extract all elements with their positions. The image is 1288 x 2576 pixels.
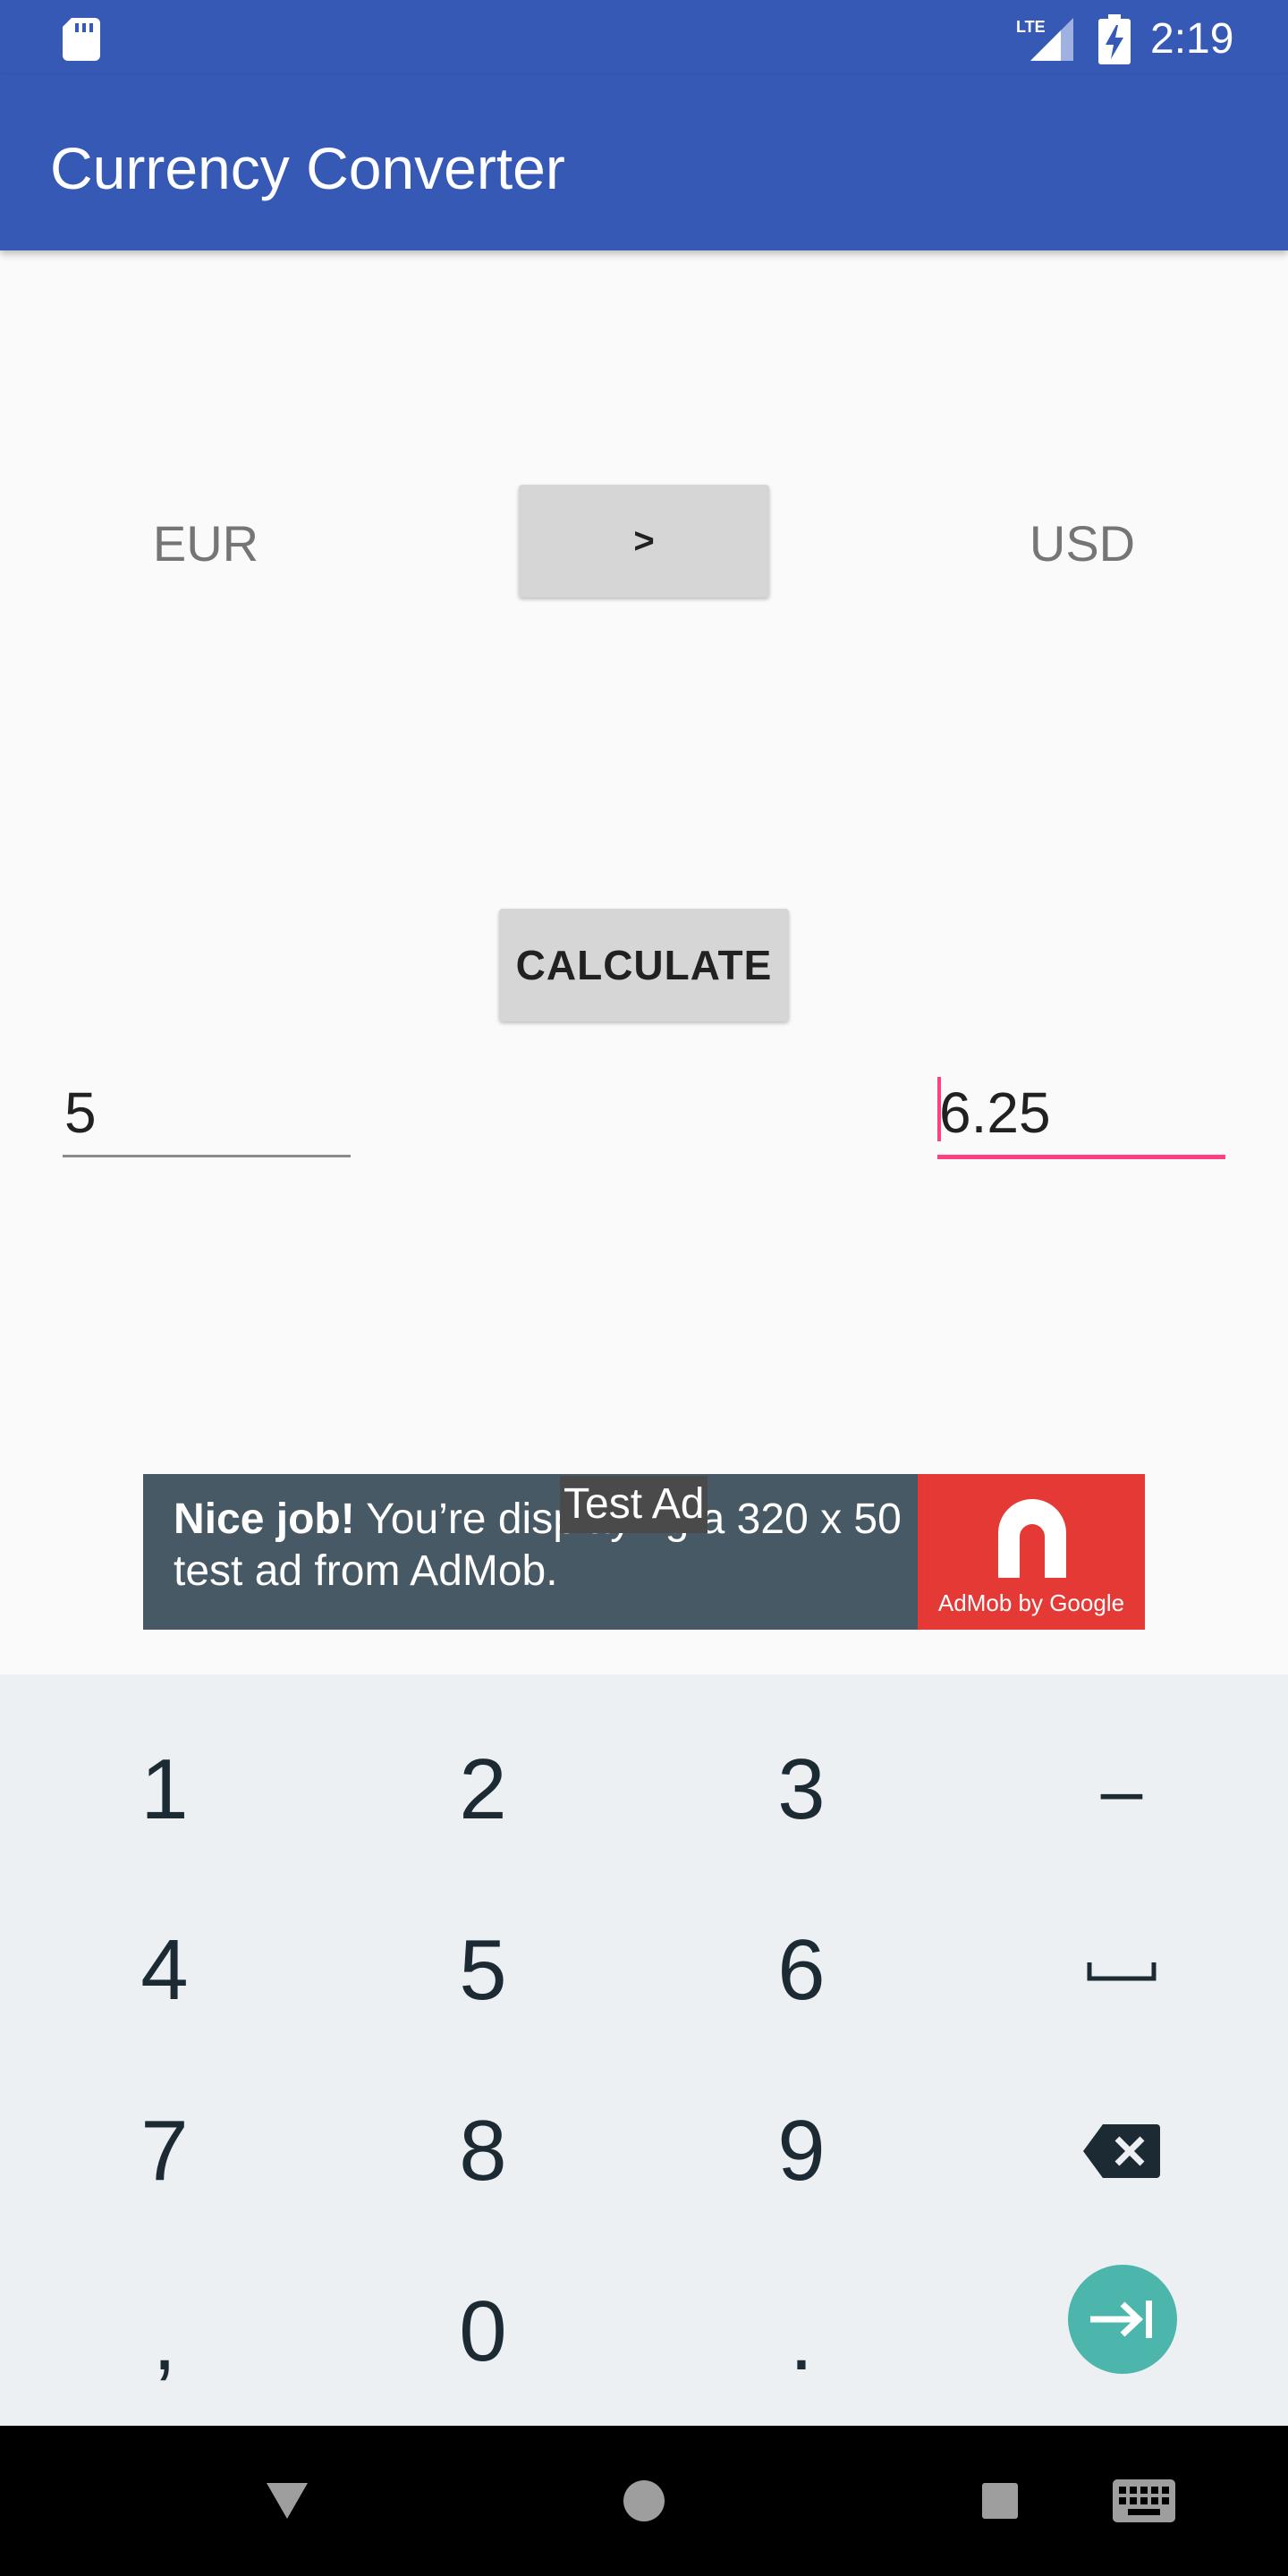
amount-input[interactable]: 5: [63, 1077, 351, 1157]
test-ad-label: Test Ad: [560, 1476, 708, 1533]
tab-next-icon: [1090, 2301, 1152, 2338]
key-3[interactable]: 3: [712, 1723, 891, 1857]
key-7[interactable]: 7: [75, 2084, 254, 2218]
key-5[interactable]: 5: [394, 1903, 572, 2038]
key-9[interactable]: 9: [712, 2084, 891, 2218]
key-6[interactable]: 6: [712, 1903, 891, 2038]
key-8[interactable]: 8: [394, 2084, 572, 2218]
sd-card-icon: [63, 18, 100, 61]
text-cursor: [937, 1077, 941, 1141]
status-bar: LTE 2:19: [0, 0, 1288, 75]
admob-icon: [998, 1499, 1066, 1578]
next-field-button[interactable]: [1068, 2265, 1177, 2374]
from-currency-label[interactable]: EUR: [143, 508, 268, 580]
battery-charging-icon: [1098, 14, 1131, 64]
key-4[interactable]: 4: [75, 1903, 254, 2038]
key-2[interactable]: 2: [394, 1723, 572, 1857]
result-input-value: 6.25: [939, 1080, 1051, 1145]
admob-logo: AdMob by Google: [918, 1474, 1145, 1630]
key-0[interactable]: 0: [394, 2265, 572, 2399]
lte-signal-icon: LTE: [1016, 18, 1073, 61]
calculate-button[interactable]: CALCULATE: [499, 909, 789, 1021]
space-icon: [1087, 1962, 1157, 1981]
lte-label: LTE: [1016, 18, 1046, 36]
home-icon[interactable]: [623, 2479, 665, 2522]
ad-text-bold: Nice job!: [174, 1496, 355, 1543]
key-backspace[interactable]: [1032, 2084, 1211, 2218]
result-input[interactable]: 6.25: [937, 1077, 1225, 1159]
navigation-bar: [0, 2426, 1288, 2576]
amount-input-value: 5: [64, 1080, 97, 1145]
key-space[interactable]: [1032, 1903, 1211, 2038]
clock: 2:19: [1150, 15, 1234, 63]
app-bar: Currency Converter: [0, 75, 1288, 250]
ad-logo-caption: AdMob by Google: [937, 1589, 1125, 1616]
to-currency-label[interactable]: USD: [1011, 508, 1154, 580]
keyboard-switch-icon[interactable]: [1113, 2479, 1175, 2522]
back-icon[interactable]: [265, 2481, 309, 2521]
recents-icon[interactable]: [980, 2481, 1020, 2521]
backspace-icon: [1083, 2124, 1160, 2178]
key-minus[interactable]: –: [1032, 1723, 1211, 1857]
key-comma[interactable]: ,: [75, 2274, 254, 2408]
key-period[interactable]: .: [712, 2274, 891, 2408]
page-title: Currency Converter: [50, 135, 565, 201]
swap-direction-button[interactable]: >: [519, 485, 769, 597]
key-1[interactable]: 1: [75, 1723, 254, 1857]
ad-text: Nice job! You’re displaying a 320 x 50 t…: [174, 1494, 907, 1597]
